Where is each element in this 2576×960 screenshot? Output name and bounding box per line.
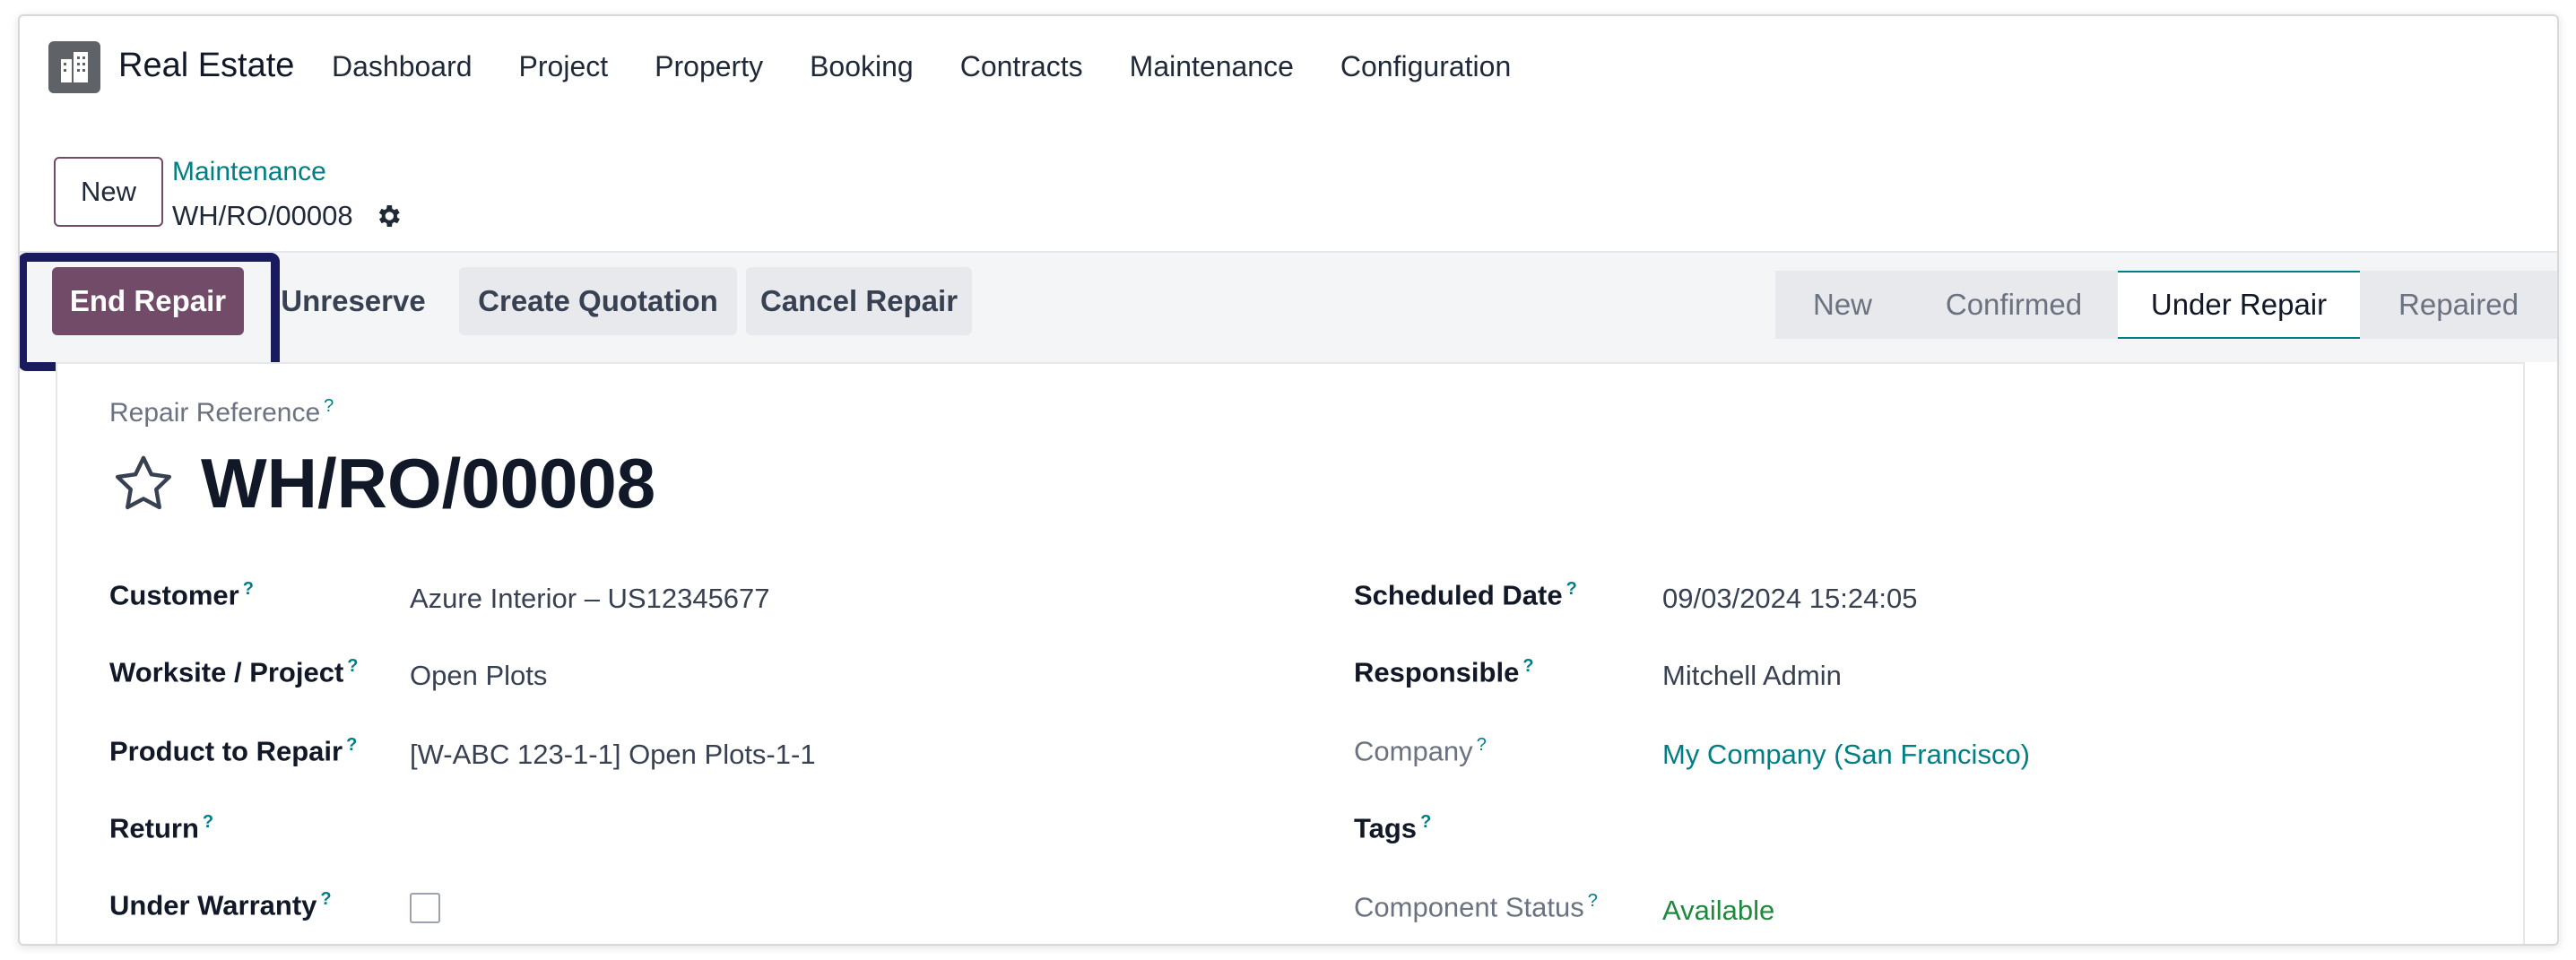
help-icon[interactable]: ? [320, 889, 331, 909]
responsible-field[interactable]: Mitchell Admin [1662, 660, 1842, 692]
repair-reference-label: Repair Reference? [109, 396, 334, 428]
stage-new[interactable]: New [1775, 271, 1910, 339]
breadcrumb-current: WH/RO/00008 [172, 200, 353, 231]
new-button[interactable]: New [54, 157, 163, 227]
app-window: Real Estate Dashboard Project Property B… [18, 14, 2559, 946]
end-repair-button[interactable]: End Repair [52, 267, 244, 335]
customer-field[interactable]: Azure Interior – US12345677 [410, 583, 770, 615]
worksite-project-label-text: Worksite / Project [109, 656, 344, 688]
menu-item-dashboard[interactable]: Dashboard [332, 50, 473, 83]
cancel-repair-button[interactable]: Cancel Repair [746, 267, 972, 335]
help-icon[interactable]: ? [1420, 812, 1431, 832]
app-name[interactable]: Real Estate [118, 47, 294, 85]
customer-label-text: Customer [109, 579, 239, 611]
tags-label: Tags? [1354, 812, 1431, 844]
worksite-project-label: Worksite / Project? [109, 656, 359, 688]
stage-confirmed[interactable]: Confirmed [1910, 271, 2118, 339]
stage-repaired[interactable]: Repaired [2360, 271, 2557, 339]
company-label-text: Company [1354, 735, 1473, 767]
component-status-label-text: Component Status [1354, 891, 1584, 923]
repair-reference-label-text: Repair Reference [109, 398, 321, 428]
help-icon[interactable]: ? [243, 579, 254, 599]
gear-icon[interactable] [374, 202, 403, 230]
help-icon[interactable]: ? [324, 396, 334, 416]
menu-item-booking[interactable]: Booking [810, 50, 914, 83]
company-label: Company? [1354, 735, 1487, 767]
scheduled-date-label: Scheduled Date? [1354, 579, 1577, 611]
component-status-field: Available [1662, 895, 1775, 926]
form-sheet: Repair Reference? WH/RO/00008 Customer? … [56, 362, 2525, 944]
scheduled-date-field[interactable]: 09/03/2024 15:24:05 [1662, 583, 1917, 615]
create-quotation-button[interactable]: Create Quotation [459, 267, 737, 335]
control-panel: New Maintenance WH/RO/00008 [20, 119, 2557, 267]
building-icon[interactable] [48, 41, 100, 93]
unreserve-button[interactable]: Unreserve [255, 267, 452, 335]
return-label: Return? [109, 812, 213, 844]
top-navbar: Real Estate Dashboard Project Property B… [20, 16, 2557, 119]
action-bar: End Repair Unreserve Create Quotation Ca… [20, 253, 2557, 371]
product-to-repair-label-text: Product to Repair [109, 735, 343, 767]
help-icon[interactable]: ? [1522, 656, 1533, 676]
star-icon[interactable] [109, 450, 178, 518]
menu-item-maintenance[interactable]: Maintenance [1130, 50, 1294, 83]
tags-field[interactable] [1662, 816, 2380, 848]
help-icon[interactable]: ? [1566, 579, 1577, 599]
scheduled-date-label-text: Scheduled Date [1354, 579, 1563, 611]
help-icon[interactable]: ? [1588, 891, 1598, 911]
under-warranty-label-text: Under Warranty [109, 889, 317, 921]
under-warranty-checkbox[interactable] [410, 893, 440, 923]
status-bar: New Confirmed Under Repair Repaired [1775, 271, 2557, 339]
company-field[interactable]: My Company (San Francisco) [1662, 739, 2030, 771]
responsible-label-text: Responsible [1354, 656, 1520, 688]
help-icon[interactable]: ? [347, 656, 358, 676]
menu-item-contracts[interactable]: Contracts [960, 50, 1083, 83]
stage-under-repair[interactable]: Under Repair [2118, 271, 2360, 339]
menu-item-configuration[interactable]: Configuration [1340, 50, 1511, 83]
help-icon[interactable]: ? [203, 812, 213, 832]
product-to-repair-label: Product to Repair? [109, 735, 357, 767]
tags-label-text: Tags [1354, 812, 1418, 844]
breadcrumb-parent[interactable]: Maintenance [172, 157, 326, 187]
component-status-label: Component Status? [1354, 891, 1598, 923]
under-warranty-label: Under Warranty? [109, 889, 332, 921]
return-label-text: Return [109, 812, 199, 844]
menu-item-project[interactable]: Project [519, 50, 609, 83]
help-icon[interactable]: ? [346, 735, 357, 755]
customer-label: Customer? [109, 579, 254, 611]
product-to-repair-field[interactable]: [W-ABC 123-1-1] Open Plots-1-1 [410, 739, 816, 771]
worksite-project-field[interactable]: Open Plots [410, 660, 547, 692]
return-field[interactable] [410, 816, 1127, 848]
main-menu: Dashboard Project Property Booking Contr… [332, 50, 1557, 83]
responsible-label: Responsible? [1354, 656, 1534, 688]
help-icon[interactable]: ? [1477, 735, 1487, 755]
menu-item-property[interactable]: Property [655, 50, 763, 83]
record-title[interactable]: WH/RO/00008 [201, 443, 655, 524]
